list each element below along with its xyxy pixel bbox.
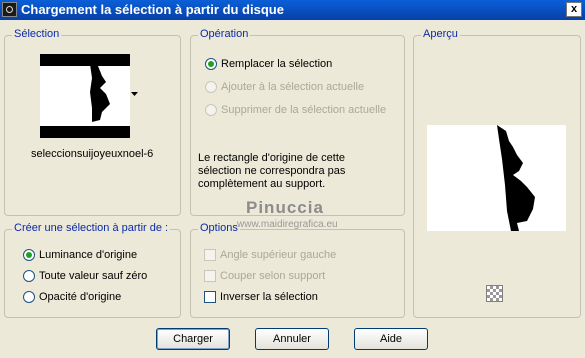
window-title: Chargement la sélection à partir du disq… [21,2,284,17]
invert-selection-checkbox[interactable] [204,291,216,303]
cancel-button[interactable]: Annuler [255,328,329,350]
create-selection-panel: Créer une sélection à partir de : Lumina… [4,222,181,318]
operation-message-line-3: complètement au support. [198,178,326,190]
app-icon[interactable] [2,2,17,17]
nonzero-label[interactable]: Toute valeur sauf zéro [39,270,147,282]
selection-file-name: seleccionsuijoyeuxnoel-6 [31,148,154,160]
crop-to-canvas-label[interactable]: Couper selon support [220,270,325,282]
selection-panel: Sélection seleccionsuijoyeuxnoel-6 [4,28,181,216]
dropdown-arrow-icon[interactable] [131,92,138,96]
add-selection-radio[interactable] [205,81,217,93]
replace-selection-label[interactable]: Remplacer la sélection [221,58,332,70]
opacity-label[interactable]: Opacité d'origine [39,291,121,303]
checker-icon[interactable] [486,285,503,302]
selection-thumbnail[interactable] [40,54,130,138]
luminance-label[interactable]: Luminance d'origine [39,249,137,261]
preview-panel: Aperçu [413,28,581,318]
operation-legend: Opération [198,28,251,40]
create-selection-legend: Créer une sélection à partir de : [12,222,171,234]
preview-legend: Aperçu [421,28,460,40]
help-button[interactable]: Aide [354,328,428,350]
opacity-radio[interactable] [23,291,35,303]
load-button[interactable]: Charger [156,328,230,350]
replace-selection-radio[interactable] [205,58,217,70]
operation-message-line-1: Le rectangle d'origine de cette [198,152,346,164]
preview-image [427,125,566,231]
nonzero-radio[interactable] [23,270,35,282]
top-left-corner-label[interactable]: Angle supérieur gauche [220,249,336,261]
title-bar: Chargement la sélection à partir du disq… [0,0,585,20]
top-left-corner-checkbox[interactable] [204,249,216,261]
options-panel: Options Angle supérieur gauche Couper se… [190,222,405,318]
selection-legend: Sélection [12,28,62,40]
invert-selection-label[interactable]: Inverser la sélection [220,291,318,303]
operation-message-line-2: sélection ne correspondra pas [198,165,346,177]
subtract-selection-radio[interactable] [205,104,217,116]
add-selection-label[interactable]: Ajouter à la sélection actuelle [221,81,364,93]
watermark-name: Pinuccia [246,198,324,217]
operation-panel: Opération Remplacer la sélection Ajouter… [190,28,405,216]
close-button[interactable]: x [566,2,582,17]
options-legend: Options [198,222,240,234]
crop-to-canvas-checkbox[interactable] [204,270,216,282]
watermark-url: www.maidiregrafica.eu [237,219,338,230]
luminance-radio[interactable] [23,249,35,261]
subtract-selection-label[interactable]: Supprimer de la sélection actuelle [221,104,386,116]
